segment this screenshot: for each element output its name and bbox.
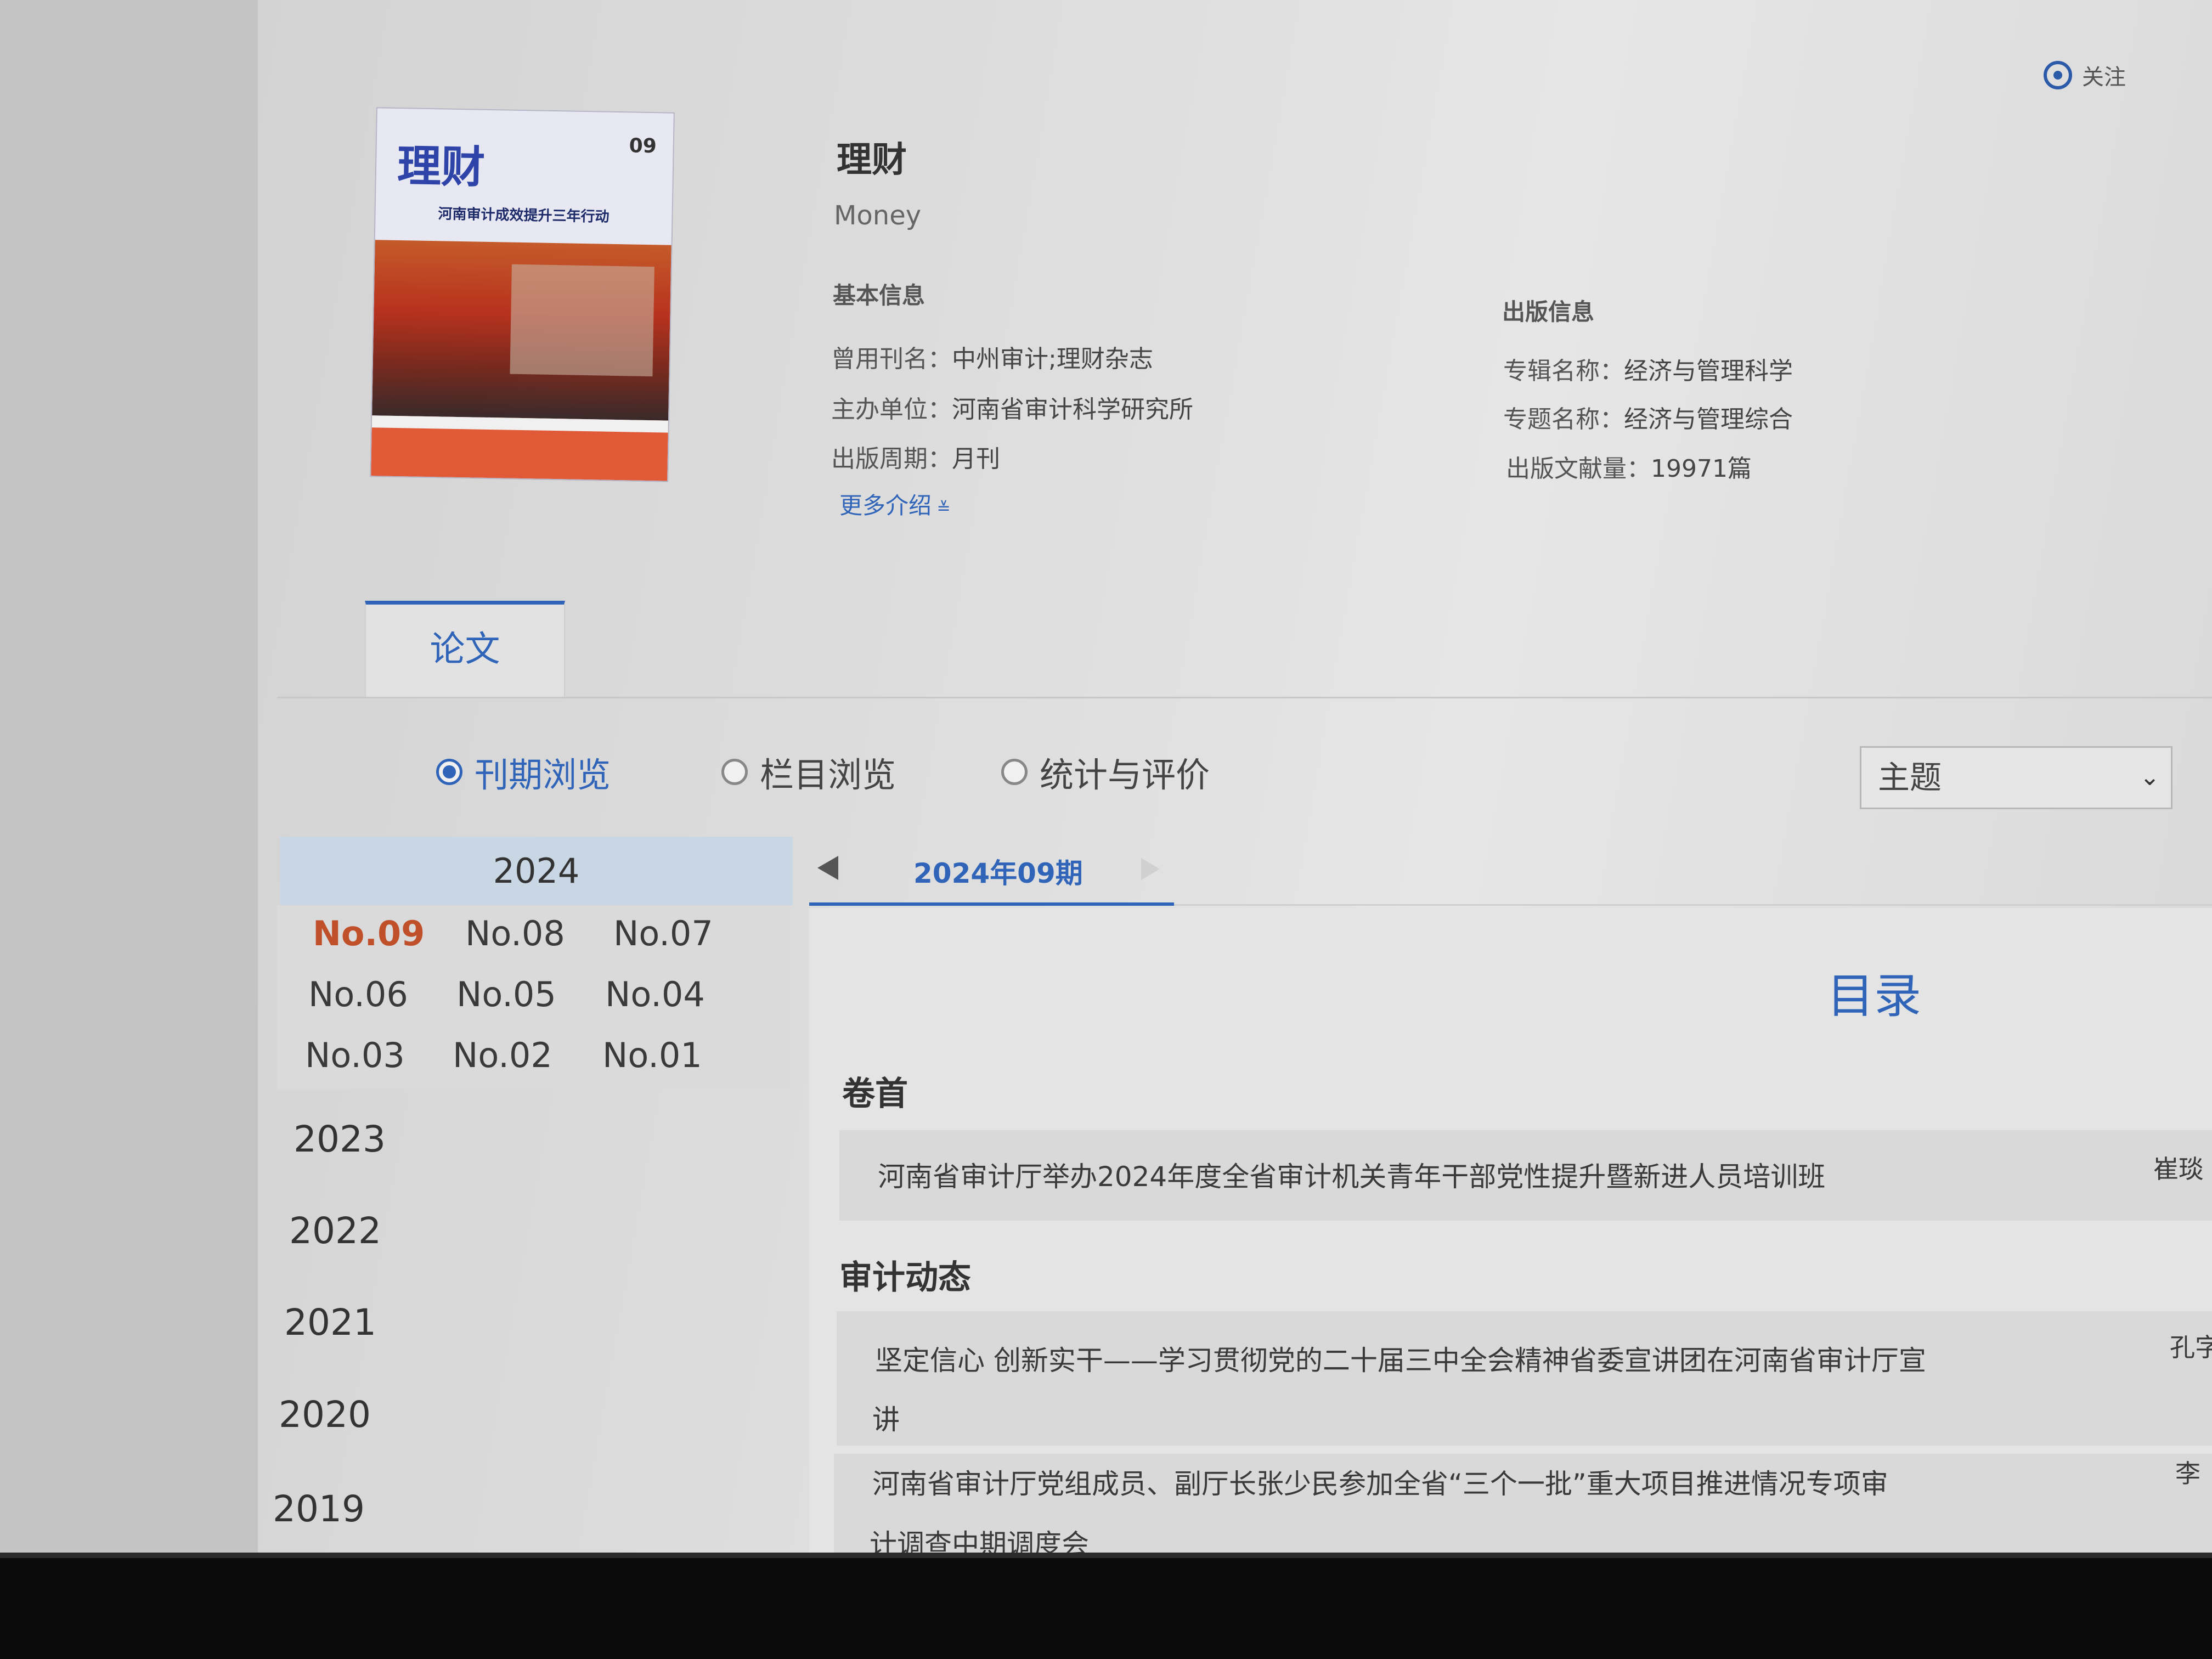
issue-link[interactable]: No.05 bbox=[456, 974, 556, 1014]
more-intro-link[interactable]: 更多介绍 ≚ bbox=[839, 487, 951, 521]
cover-logo: 理财 bbox=[397, 139, 486, 193]
next-issue-icon[interactable] bbox=[1141, 858, 1160, 880]
chevron-down-icon: ⌄ bbox=[2140, 763, 2160, 791]
section-heading: 卷首 bbox=[842, 1075, 908, 1113]
monitor-bezel-edge bbox=[0, 1553, 2212, 1558]
issue-link[interactable]: No.09 bbox=[313, 913, 425, 953]
info-sponsor: 主办单位：河南省审计科学研究所 bbox=[831, 396, 1193, 424]
section-heading: 审计动态 bbox=[839, 1259, 971, 1297]
tab-papers[interactable]: 论文 bbox=[365, 601, 565, 697]
issue-link[interactable]: No.03 bbox=[305, 1035, 405, 1075]
article-author[interactable]: 崔琰 bbox=[2153, 1149, 2204, 1186]
table-row bbox=[837, 1311, 2212, 1446]
info-topic: 专题名称：经济与管理综合 bbox=[1503, 405, 1793, 433]
radio-icon bbox=[1001, 759, 1028, 785]
year-link[interactable]: 2023 bbox=[294, 1118, 386, 1160]
radio-selected-icon bbox=[436, 759, 462, 785]
radio-statistics[interactable]: 统计与评价 bbox=[1001, 747, 1210, 797]
issue-link[interactable]: No.01 bbox=[602, 1035, 702, 1075]
journal-title: 理财 bbox=[837, 140, 907, 180]
cover-headline: 河南审计成效提升三年行动 bbox=[438, 206, 610, 225]
follow-button[interactable]: 关注 bbox=[2044, 59, 2126, 91]
issue-link[interactable]: No.08 bbox=[465, 913, 565, 953]
info-former-name: 曾用刊名：中州审计;理财杂志 bbox=[831, 345, 1153, 373]
article-title-link[interactable]: 河南省审计厅举办2024年度全省审计机关青年干部党性提升暨新进人员培训班 bbox=[878, 1155, 1825, 1194]
issue-link[interactable]: No.02 bbox=[453, 1035, 552, 1075]
year-link[interactable]: 2022 bbox=[289, 1210, 381, 1252]
article-title-link[interactable]: 河南省审计厅党组成员、副厅长张少民参加全省“三个一批”重大项目推进情况专项审 bbox=[872, 1462, 1888, 1502]
radio-browse-by-column[interactable]: 栏目浏览 bbox=[721, 747, 896, 797]
year-link[interactable]: 2020 bbox=[279, 1393, 371, 1436]
radio-icon bbox=[721, 759, 748, 785]
cover-photo bbox=[372, 240, 672, 421]
monitor-bezel bbox=[0, 1558, 2212, 1659]
toc-title: 目录 bbox=[1827, 969, 1921, 1024]
article-title-link-cont[interactable]: 讲 bbox=[872, 1398, 900, 1437]
year-2024-header[interactable]: 2024 bbox=[280, 837, 793, 905]
issue-divider bbox=[1174, 904, 2212, 906]
issue-link[interactable]: No.06 bbox=[308, 974, 408, 1014]
radio-browse-by-issue[interactable]: 刊期浏览 bbox=[436, 747, 611, 797]
double-chevron-down-icon: ≚ bbox=[932, 499, 951, 518]
basic-info-heading: 基本信息 bbox=[833, 282, 926, 309]
screen: 关注 理财 09 河南审计成效提升三年行动 理财 Money 基本信息 曾用刊名… bbox=[0, 0, 2212, 1558]
eye-icon bbox=[2044, 61, 2072, 89]
tab-divider bbox=[277, 697, 2212, 698]
issue-tab-underline bbox=[809, 902, 1174, 906]
sort-select[interactable]: 主题 ⌄ bbox=[1860, 746, 2172, 809]
info-doc-count: 出版文献量：19971篇 bbox=[1506, 455, 1752, 483]
article-author[interactable]: 孔字 bbox=[2170, 1328, 2212, 1364]
left-margin bbox=[0, 0, 258, 1558]
year-link[interactable]: 2019 bbox=[273, 1488, 365, 1530]
cover-issue: 09 bbox=[629, 134, 657, 158]
follow-label: 关注 bbox=[2082, 65, 2126, 90]
cover-bottom-band bbox=[371, 415, 669, 481]
issue-link[interactable]: No.04 bbox=[605, 974, 705, 1014]
journal-cover[interactable]: 理财 09 河南审计成效提升三年行动 bbox=[370, 107, 675, 482]
journal-subtitle: Money bbox=[834, 200, 922, 231]
article-title-link[interactable]: 坚定信心 创新实干——学习贯彻党的二十届三中全会精神省委宣讲团在河南省审计厅宣 bbox=[875, 1339, 1926, 1378]
prev-issue-icon[interactable] bbox=[817, 856, 838, 880]
article-author[interactable]: 李 bbox=[2175, 1454, 2200, 1490]
info-album: 专辑名称：经济与管理科学 bbox=[1503, 357, 1793, 385]
pub-info-heading: 出版信息 bbox=[1502, 298, 1595, 325]
issue-link[interactable]: No.07 bbox=[613, 913, 713, 953]
info-frequency: 出版周期：月刊 bbox=[831, 445, 1000, 473]
year-link[interactable]: 2021 bbox=[284, 1301, 376, 1344]
current-issue-label: 2024年09期 bbox=[913, 857, 1083, 889]
